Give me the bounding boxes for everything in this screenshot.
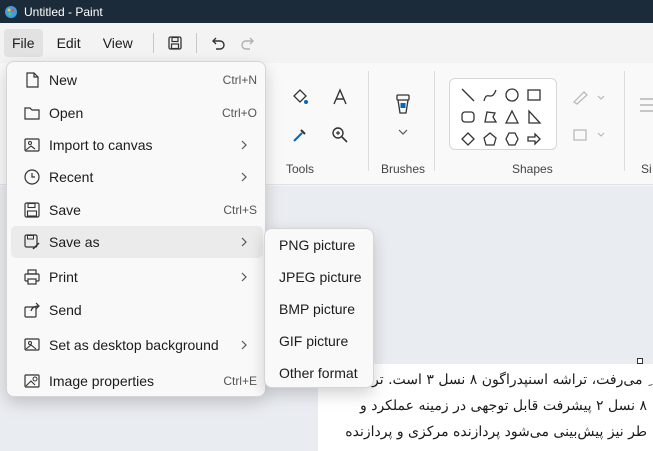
tools-group-label: Tools (286, 162, 315, 176)
menu-item-label: Save as (49, 234, 100, 250)
menu-item-image-properties[interactable]: Image properties Ctrl+E (11, 365, 263, 397)
ribbon-divider (624, 71, 625, 171)
save-as-other-format-item[interactable]: Other format (279, 365, 358, 381)
menu-item-import-to-canvas[interactable]: Import to canvas (11, 129, 263, 161)
oval-shape-icon[interactable] (504, 87, 520, 103)
magnifier-icon[interactable] (330, 125, 350, 145)
diamond-shape-icon[interactable] (460, 131, 476, 147)
line-shape-icon[interactable] (460, 87, 476, 103)
hexagon-shape-icon[interactable] (504, 131, 520, 147)
menu-item-label: Print (49, 269, 78, 285)
rounded-rectangle-shape-icon[interactable] (460, 109, 476, 125)
chevron-right-icon (241, 272, 247, 282)
ribbon-divider (368, 71, 369, 171)
undo-icon[interactable] (207, 32, 229, 54)
menu-item-label: New (49, 72, 78, 88)
title-bar: Untitled - Paint (0, 0, 653, 23)
fill-bucket-icon[interactable] (290, 87, 310, 107)
rectangle-shape-icon[interactable] (526, 87, 542, 103)
canvas-text-line: ۸ نسل ۲ پیشرفت قابل توجهی در زمینه عملکر… (360, 398, 647, 414)
ribbon-divider (434, 71, 435, 171)
save-as-png-item[interactable]: PNG picture (279, 237, 355, 253)
menu-bar: File Edit View (0, 23, 653, 63)
chevron-right-icon (241, 140, 247, 150)
image-properties-icon (24, 374, 40, 388)
share-icon (24, 302, 40, 318)
save-as-gif-item[interactable]: GIF picture (279, 333, 348, 349)
toolbar-divider (152, 33, 154, 53)
menu-item-print[interactable]: Print (11, 261, 263, 293)
clock-icon (24, 169, 40, 185)
chevron-right-icon (241, 237, 247, 247)
shortcut-text: Ctrl+S (223, 203, 257, 217)
color-picker-icon[interactable] (290, 125, 310, 145)
file-menu: New Ctrl+N Open Ctrl+O Import to canvas … (6, 61, 266, 397)
menu-item-label: Send (49, 302, 82, 318)
menu-item-label: Import to canvas (49, 137, 153, 153)
menu-item-save-as[interactable]: Save as (11, 226, 263, 258)
folder-icon (24, 107, 40, 120)
outline-icon[interactable] (572, 91, 606, 105)
shortcut-text: Ctrl+N (222, 73, 257, 87)
menu-item-open[interactable]: Open Ctrl+O (11, 97, 263, 129)
pentagon-shape-icon[interactable] (482, 131, 498, 147)
menu-item-set-as-desktop-background[interactable]: Set as desktop background (11, 329, 263, 361)
window-title: Untitled - Paint (24, 4, 103, 19)
brush-icon[interactable] (392, 93, 414, 121)
menu-item-new[interactable]: New Ctrl+N (11, 64, 263, 96)
save-icon[interactable] (164, 32, 186, 54)
import-image-icon (24, 138, 40, 152)
save-as-icon (24, 234, 40, 250)
size-icon[interactable] (638, 95, 653, 117)
edit-menu-button[interactable]: Edit (49, 29, 89, 57)
menu-item-send[interactable]: Send (11, 294, 263, 326)
size-group-label: Si (641, 162, 652, 176)
save-icon (24, 202, 40, 218)
menu-item-label: Save (49, 202, 81, 218)
save-as-bmp-item[interactable]: BMP picture (279, 301, 355, 317)
right-triangle-shape-icon[interactable] (526, 109, 542, 125)
curve-shape-icon[interactable] (482, 87, 498, 103)
shortcut-text: Ctrl+O (221, 106, 257, 120)
paint-app-icon (5, 5, 17, 18)
fill-icon[interactable] (572, 127, 606, 143)
save-as-submenu: PNG picture JPEG picture BMP picture GIF… (264, 228, 374, 388)
shapes-group-label: Shapes (512, 162, 553, 176)
arrow-shape-icon[interactable] (526, 131, 542, 147)
chevron-right-icon (241, 340, 247, 350)
printer-icon (24, 269, 40, 285)
chevron-down-icon[interactable] (398, 128, 408, 136)
triangle-shape-icon[interactable] (504, 109, 520, 125)
save-as-jpeg-item[interactable]: JPEG picture (279, 269, 361, 285)
redo-icon[interactable] (237, 32, 259, 54)
brushes-group-label: Brushes (381, 162, 426, 176)
toolbar-divider (195, 33, 197, 53)
polygon-shape-icon[interactable] (482, 109, 498, 125)
chevron-right-icon (241, 172, 247, 182)
menu-item-label: Open (49, 105, 84, 121)
view-menu-button[interactable]: View (95, 29, 141, 57)
file-menu-button[interactable]: File (4, 29, 43, 57)
desktop-icon (24, 338, 40, 351)
menu-item-label: Image properties (49, 373, 155, 389)
menu-item-label: Set as desktop background (49, 337, 219, 353)
shapes-gallery (449, 78, 557, 150)
shortcut-text: Ctrl+E (223, 374, 257, 388)
menu-item-label: Recent (49, 169, 94, 185)
new-file-icon (26, 72, 39, 88)
menu-item-save[interactable]: Save Ctrl+S (11, 194, 263, 226)
canvas-text-line: طر نیز پیش‌بینی می‌شود پردازنده مرکزی و … (345, 424, 647, 440)
text-tool-icon[interactable] (330, 87, 350, 107)
menu-item-recent[interactable]: Recent (11, 161, 263, 193)
